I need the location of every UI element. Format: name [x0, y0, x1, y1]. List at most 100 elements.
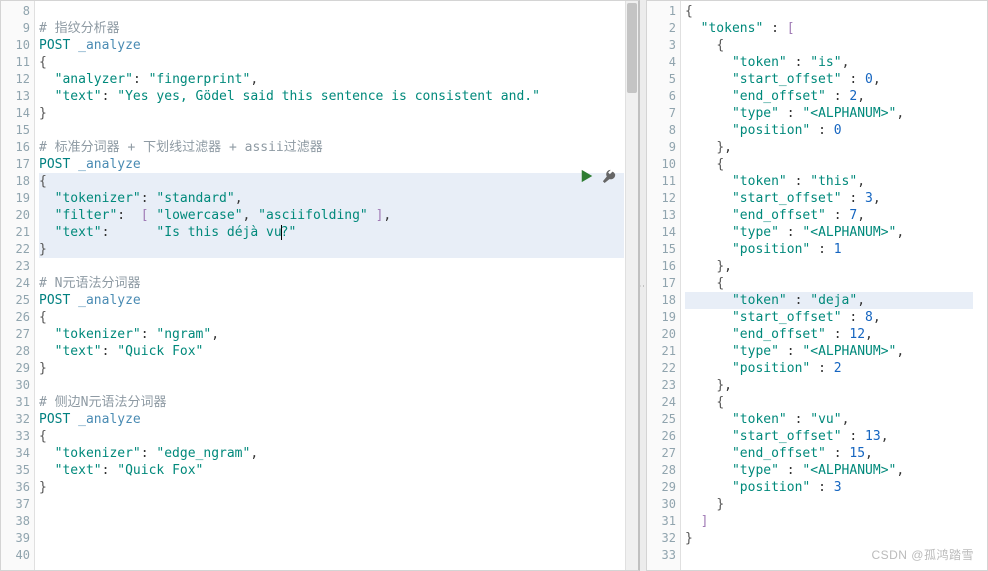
code-line[interactable]: "filter": [ "lowercase", "asciifolding" … [39, 207, 624, 224]
code-line[interactable]: # 侧边N元语法分词器 [39, 394, 624, 411]
token: "token" [732, 412, 787, 427]
line-number: 22 [647, 360, 676, 377]
token: 15 [849, 446, 865, 461]
token [685, 259, 716, 274]
token: _analyze [78, 157, 141, 172]
code-line[interactable]: { [685, 156, 973, 173]
code-line[interactable]: "text": "Quick Fox" [39, 343, 624, 360]
code-line[interactable]: { [685, 394, 973, 411]
token: "Is this déjà vu [156, 225, 281, 240]
line-number: 24 [647, 394, 676, 411]
code-line[interactable] [39, 377, 624, 394]
code-line[interactable]: { [39, 54, 624, 71]
code-line[interactable]: "end_offset" : 2, [685, 88, 973, 105]
token: : [826, 208, 849, 223]
token: "vu" [810, 412, 841, 427]
code-line[interactable] [39, 547, 624, 564]
wrench-icon[interactable] [602, 169, 616, 187]
scrollbar[interactable] [625, 1, 638, 570]
code-line[interactable]: POST _analyze [39, 37, 624, 54]
code-line[interactable]: "end_offset" : 15, [685, 445, 973, 462]
code-line[interactable]: "tokenizer": "ngram", [39, 326, 624, 343]
code-line[interactable]: }, [685, 377, 973, 394]
code-line[interactable]: "start_offset" : 13, [685, 428, 973, 445]
request-editor[interactable]: # 指纹分析器POST _analyze{ "analyzer": "finge… [39, 3, 624, 570]
code-line[interactable] [39, 496, 624, 513]
token: ] [368, 208, 384, 223]
code-line[interactable]: { [39, 428, 624, 445]
line-number: 27 [647, 445, 676, 462]
token: "this" [810, 174, 857, 189]
code-line[interactable] [39, 513, 624, 530]
token [685, 480, 732, 495]
code-line[interactable]: ] [685, 513, 973, 530]
code-line[interactable]: "position" : 2 [685, 360, 973, 377]
code-line[interactable]: "tokens" : [ [685, 20, 973, 37]
code-line[interactable]: "token" : "deja", [685, 292, 973, 309]
code-line[interactable]: "position" : 0 [685, 122, 973, 139]
token: { [716, 38, 724, 53]
code-line[interactable]: "token" : "this", [685, 173, 973, 190]
code-line[interactable]: } [685, 496, 973, 513]
play-icon[interactable] [580, 169, 594, 187]
line-number: 21 [647, 343, 676, 360]
code-line[interactable]: "tokenizer": "standard", [39, 190, 624, 207]
token: , [896, 344, 904, 359]
code-line[interactable] [39, 530, 624, 547]
code-line[interactable]: } [685, 530, 973, 547]
code-line[interactable]: { [39, 173, 624, 190]
code-line[interactable]: POST _analyze [39, 292, 624, 309]
code-line[interactable]: # 标准分词器 + 下划线过滤器 + assii过滤器 [39, 139, 624, 156]
code-line[interactable]: { [685, 275, 973, 292]
code-line[interactable]: "text": "Yes yes, Gödel said this senten… [39, 88, 624, 105]
code-line[interactable]: "token" : "is", [685, 54, 973, 71]
code-line[interactable]: # 指纹分析器 [39, 20, 624, 37]
code-line[interactable]: POST _analyze [39, 411, 624, 428]
code-line[interactable]: "start_offset" : 8, [685, 309, 973, 326]
code-line[interactable]: "end_offset" : 7, [685, 207, 973, 224]
code-line[interactable]: "token" : "vu", [685, 411, 973, 428]
code-line[interactable] [39, 3, 624, 20]
code-line[interactable]: }, [685, 139, 973, 156]
token: : [779, 344, 802, 359]
code-line[interactable]: } [39, 105, 624, 122]
code-line[interactable]: "type" : "<ALPHANUM>", [685, 105, 973, 122]
code-line[interactable]: "analyzer": "fingerprint", [39, 71, 624, 88]
token: : [826, 327, 849, 342]
line-number: 28 [647, 462, 676, 479]
code-line[interactable]: } [39, 241, 624, 258]
code-line[interactable]: } [39, 479, 624, 496]
code-line[interactable]: "start_offset" : 0, [685, 71, 973, 88]
code-line[interactable]: "tokenizer": "edge_ngram", [39, 445, 624, 462]
code-line[interactable]: "type" : "<ALPHANUM>", [685, 224, 973, 241]
code-line[interactable]: "end_offset" : 12, [685, 326, 973, 343]
token: , [873, 72, 881, 87]
code-line[interactable]: "type" : "<ALPHANUM>", [685, 462, 973, 479]
code-line[interactable]: { [685, 37, 973, 54]
code-line[interactable]: "position" : 1 [685, 241, 973, 258]
code-line[interactable]: { [39, 309, 624, 326]
code-line[interactable]: "type" : "<ALPHANUM>", [685, 343, 973, 360]
code-line[interactable]: "start_offset" : 3, [685, 190, 973, 207]
code-line[interactable]: "text": "Is this déjà vu?" [39, 224, 624, 241]
code-line[interactable]: "text": "Quick Fox" [39, 462, 624, 479]
token: 3 [834, 480, 842, 495]
code-line[interactable]: "position" : 3 [685, 479, 973, 496]
code-line[interactable]: { [685, 3, 973, 20]
code-line[interactable]: }, [685, 258, 973, 275]
token [685, 344, 732, 359]
token: "start_offset" [732, 429, 842, 444]
line-number: 9 [1, 20, 30, 37]
code-line[interactable] [39, 258, 624, 275]
response-viewer[interactable]: { "tokens" : [ { "token" : "is", "start_… [685, 3, 973, 570]
token: { [39, 55, 47, 70]
line-number: 6 [647, 88, 676, 105]
code-line[interactable]: # N元语法分词器 [39, 275, 624, 292]
code-line[interactable]: } [39, 360, 624, 377]
token: ?" [281, 225, 297, 240]
code-line[interactable] [39, 122, 624, 139]
token [685, 174, 732, 189]
code-line[interactable]: POST _analyze [39, 156, 624, 173]
token: "end_offset" [732, 208, 826, 223]
scroll-thumb[interactable] [627, 3, 637, 93]
